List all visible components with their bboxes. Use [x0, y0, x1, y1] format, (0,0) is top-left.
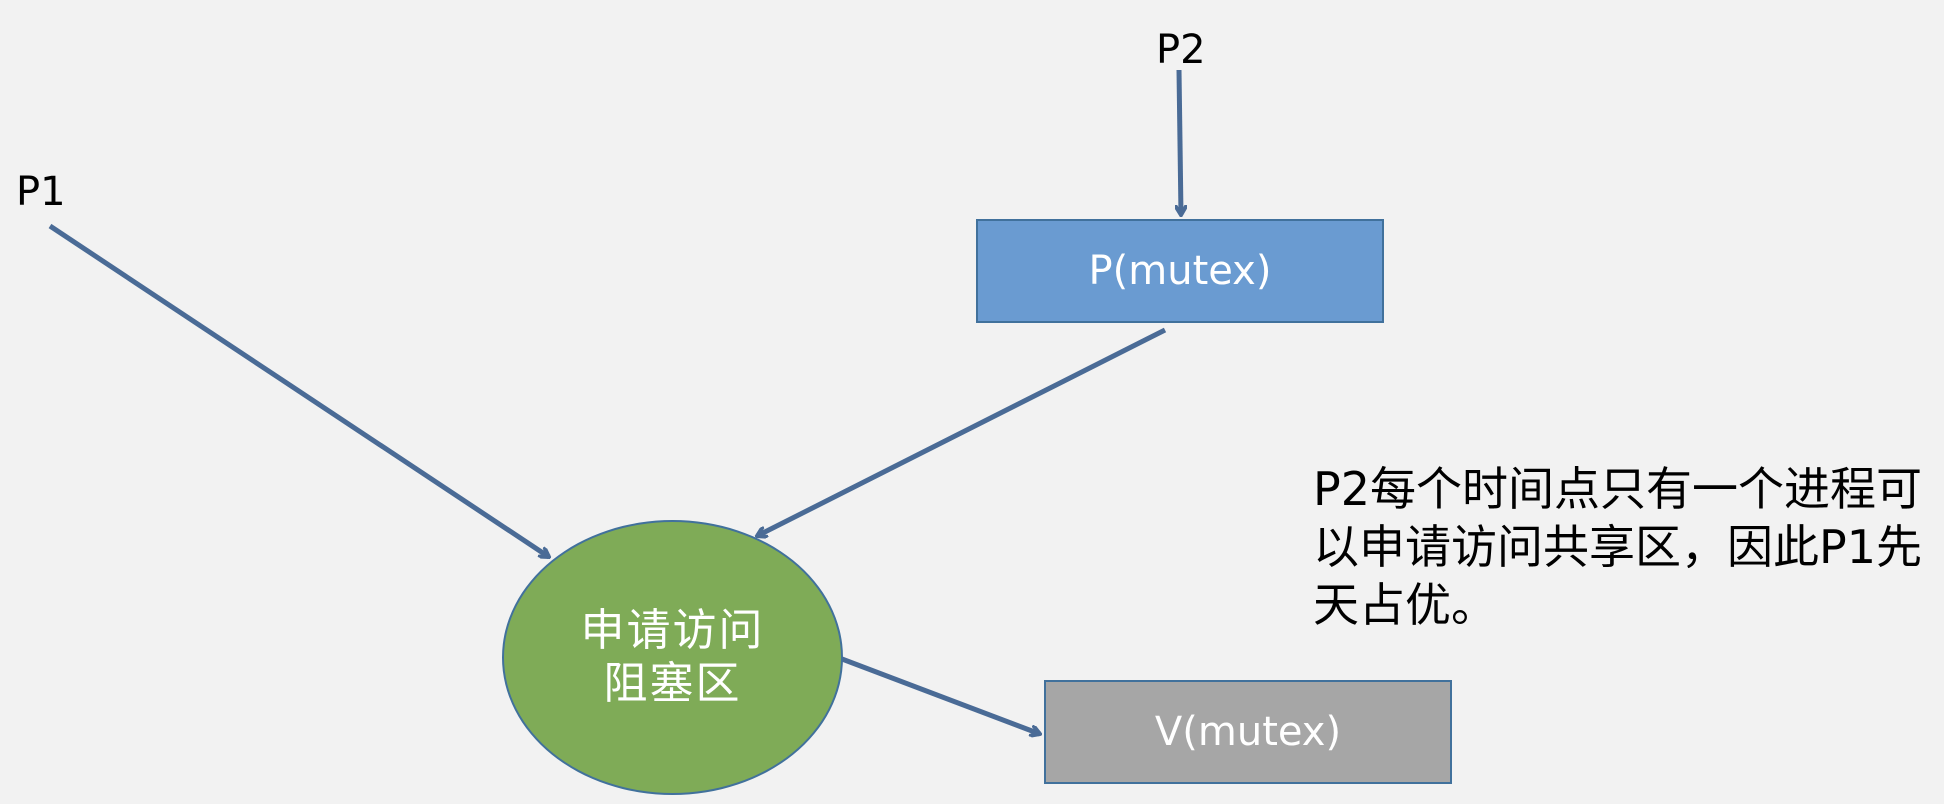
arrow-p-mutex-to-block-area — [757, 327, 1167, 536]
p2-label: P2 — [1156, 27, 1206, 73]
block-area-ellipse: 申请访问 阻塞区 — [502, 520, 843, 795]
p-mutex-box: P(mutex) — [976, 219, 1384, 323]
p-mutex-text: P(mutex) — [1088, 248, 1272, 294]
arrow-p1-to-block-area — [48, 223, 549, 557]
explanation-note: P2每个时间点只有一个进程可以申请访问共享区，因此P1先天占优。 — [1313, 462, 1923, 632]
p1-label: P1 — [16, 169, 66, 215]
arrow-layer — [48, 69, 1944, 804]
arrow-p2-to-p-mutex — [1179, 69, 1181, 215]
block-area-line1: 申请访问 — [580, 604, 765, 656]
arrow-block-area-to-v-mutex — [841, 656, 1040, 734]
v-mutex-box: V(mutex) — [1044, 680, 1452, 784]
block-area-line2: 阻塞区 — [603, 657, 742, 709]
diagram-canvas: P1 P2 P(mutex) V(mutex) 申请访问 阻塞区 P2每个时间点… — [0, 0, 1944, 804]
v-mutex-text: V(mutex) — [1154, 709, 1342, 755]
